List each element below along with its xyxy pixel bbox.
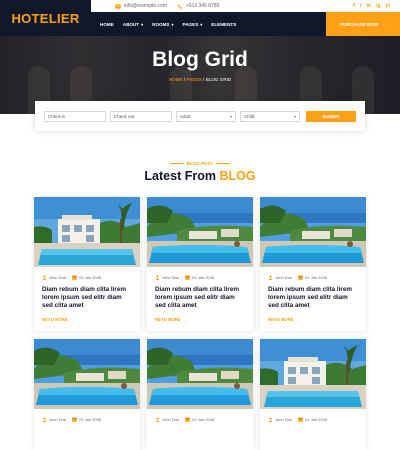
user-icon bbox=[155, 275, 160, 280]
blog-card[interactable]: John Doe 01 Jan 2045 Diam rebum diam cli… bbox=[147, 197, 253, 331]
post-title[interactable]: Diam rebum diam clita lirem lorem ipsum … bbox=[268, 286, 358, 311]
envelope-icon bbox=[115, 3, 121, 9]
post-meta: John Doe 01 Jan 2045 bbox=[42, 417, 140, 422]
blog-card[interactable]: John Doe 01 Jan 2045 bbox=[147, 339, 253, 450]
read-more-link[interactable]: READ MORE → bbox=[268, 317, 366, 322]
user-icon bbox=[42, 417, 47, 422]
youtube-icon[interactable]: yt bbox=[386, 3, 390, 9]
user-icon bbox=[268, 275, 273, 280]
email-contact[interactable]: info@example.com bbox=[115, 3, 167, 9]
breadcrumb-home[interactable]: HOME bbox=[169, 77, 183, 82]
calendar-icon bbox=[72, 275, 77, 280]
chevron-down-icon: ▾ bbox=[171, 21, 174, 27]
adult-select[interactable]: Adult ▾ bbox=[176, 110, 236, 122]
post-meta: John Doe 01 Jan 2045 bbox=[268, 275, 366, 280]
nav-home[interactable]: HOME bbox=[100, 22, 114, 27]
blog-image-resort bbox=[34, 339, 140, 409]
blog-image-resort bbox=[260, 197, 366, 267]
post-meta: John Doe 01 Jan 2045 bbox=[268, 417, 366, 422]
blog-image-villa bbox=[34, 197, 140, 267]
main-nav: HOME ABOUT ▾ ROOMS ▾ PAGES ▾ ELEMENTS PURCH… bbox=[91, 12, 400, 36]
chevron-down-icon: ▾ bbox=[293, 113, 296, 119]
instagram-icon[interactable]: ig bbox=[376, 3, 380, 9]
blog-card[interactable]: John Doe 01 Jan 2045 Diam rebum diam cli… bbox=[34, 197, 140, 331]
post-meta: John Doe 01 Jan 2045 bbox=[155, 417, 253, 422]
breadcrumb-current: BLOG GRID bbox=[205, 77, 232, 82]
email-text: info@example.com bbox=[124, 3, 167, 9]
calendar-icon bbox=[185, 417, 190, 422]
child-select[interactable]: Child ▾ bbox=[240, 110, 300, 122]
phone-contact[interactable]: +012 345 6789 bbox=[177, 3, 220, 9]
calendar-icon bbox=[298, 275, 303, 280]
phone-text: +012 345 6789 bbox=[185, 3, 220, 9]
divider bbox=[169, 163, 184, 164]
blog-card[interactable]: John Doe 01 Jan 2045 bbox=[34, 339, 140, 450]
user-icon bbox=[268, 417, 273, 422]
post-meta: John Doe 01 Jan 2045 bbox=[42, 275, 140, 280]
breadcrumb: HOME / PAGES / BLOG GRID bbox=[168, 77, 232, 82]
user-icon bbox=[42, 275, 47, 280]
checkin-field[interactable]: Check in bbox=[44, 110, 106, 122]
blog-card[interactable]: John Doe 01 Jan 2045 bbox=[260, 339, 366, 450]
brand-name: HOTELIER bbox=[11, 10, 80, 26]
breadcrumb-pages[interactable]: PAGES bbox=[186, 77, 202, 82]
section-title: Latest From BLOG bbox=[144, 169, 256, 183]
calendar-icon bbox=[72, 417, 77, 422]
checkout-field[interactable]: Check out bbox=[110, 110, 172, 122]
blog-image-resort bbox=[147, 197, 253, 267]
logo[interactable]: HOTELIER bbox=[0, 0, 91, 36]
page-title: Blog Grid bbox=[152, 48, 248, 71]
twitter-icon[interactable]: t bbox=[360, 3, 362, 9]
divider bbox=[216, 163, 231, 164]
blog-card[interactable]: John Doe 01 Jan 2045 Diam rebum diam cli… bbox=[260, 197, 366, 331]
section-eyebrow: BLOG POST bbox=[169, 161, 231, 166]
chevron-down-icon: ▾ bbox=[200, 21, 203, 27]
nav-rooms[interactable]: ROOMS ▾ bbox=[152, 22, 173, 27]
purchase-now-button[interactable]: PURCHASE NOW → bbox=[326, 12, 400, 36]
blog-image-villa bbox=[260, 339, 366, 409]
calendar-icon bbox=[298, 417, 303, 422]
blog-image-resort bbox=[147, 339, 253, 409]
phone-icon bbox=[177, 3, 183, 9]
top-bar: info@example.com +012 345 6789 f t in ig… bbox=[91, 0, 400, 12]
nav-about[interactable]: ABOUT ▾ bbox=[123, 22, 143, 27]
post-title[interactable]: Diam rebum diam clita lirem lorem ipsum … bbox=[155, 286, 245, 311]
submit-button[interactable]: SUBMIT bbox=[306, 110, 356, 122]
calendar-icon bbox=[185, 275, 190, 280]
chevron-down-icon: ▾ bbox=[141, 21, 144, 27]
user-icon bbox=[155, 417, 160, 422]
chevron-down-icon: ▾ bbox=[229, 113, 232, 119]
social-links: f t in ig yt bbox=[348, 3, 390, 9]
arrow-right-icon: → bbox=[381, 21, 386, 27]
nav-elements[interactable]: ELEMENTS bbox=[211, 22, 236, 27]
post-meta: John Doe 01 Jan 2045 bbox=[155, 275, 253, 280]
post-title[interactable]: Diam rebum diam clita lirem lorem ipsum … bbox=[42, 286, 132, 311]
arrow-right-icon: → bbox=[295, 316, 300, 322]
nav-pages[interactable]: PAGES ▾ bbox=[183, 22, 203, 27]
read-more-link[interactable]: READ MORE → bbox=[42, 317, 140, 322]
arrow-right-icon: → bbox=[69, 316, 74, 322]
booking-form: Check in Check out Adult ▾ Child ▾ SUBMIT bbox=[35, 101, 365, 131]
arrow-right-icon: → bbox=[182, 316, 187, 322]
read-more-link[interactable]: READ MORE → bbox=[155, 317, 253, 322]
linkedin-icon[interactable]: in bbox=[367, 3, 371, 9]
facebook-icon[interactable]: f bbox=[353, 3, 355, 9]
